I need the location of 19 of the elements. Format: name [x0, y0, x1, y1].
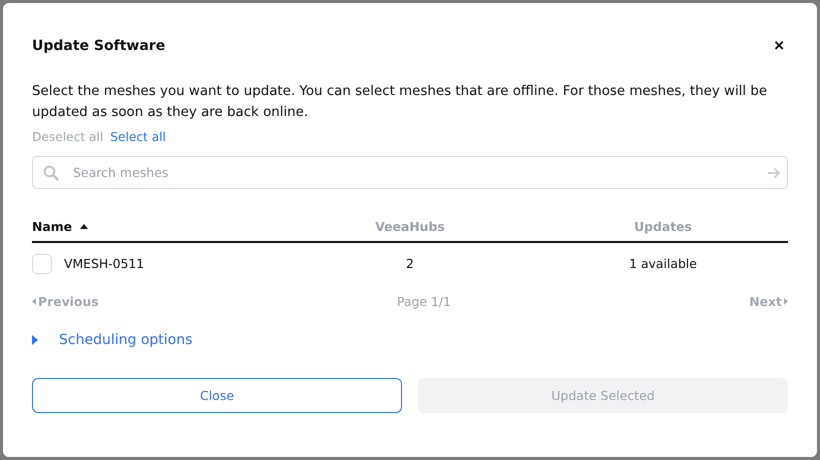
caret-icon[interactable]: [32, 335, 38, 345]
description-text: Select the meshes you want to update. You can select meshes that are offline. For those meshes, they will be updated as soon as they are back online.: [32, 83, 768, 122]
table-cell: 1 available: [629, 256, 697, 271]
close-dialog-button[interactable]: Close: [32, 378, 402, 413]
sort-arrow-icon[interactable]: [80, 224, 88, 228]
scheduling-link[interactable]: Scheduling options: [59, 332, 192, 348]
column-header[interactable]: Updates: [634, 218, 692, 234]
table-cell: VMESH-0511: [64, 256, 144, 271]
table-cell: 2: [406, 256, 414, 271]
dialog-title: Update Software: [32, 38, 166, 54]
checkbox[interactable]: [32, 254, 52, 274]
caret-left-icon: [32, 298, 36, 304]
caret-right-icon: [784, 298, 788, 304]
search-field[interactable]: Search meshes: [32, 156, 788, 189]
column-header[interactable]: Name: [32, 218, 72, 234]
select-link[interactable]: Select all: [110, 129, 166, 146]
page-indicator: Page 1/1: [397, 294, 451, 308]
column-header[interactable]: VeeaHubs: [375, 218, 445, 234]
close-button[interactable]: ×: [770, 36, 788, 56]
